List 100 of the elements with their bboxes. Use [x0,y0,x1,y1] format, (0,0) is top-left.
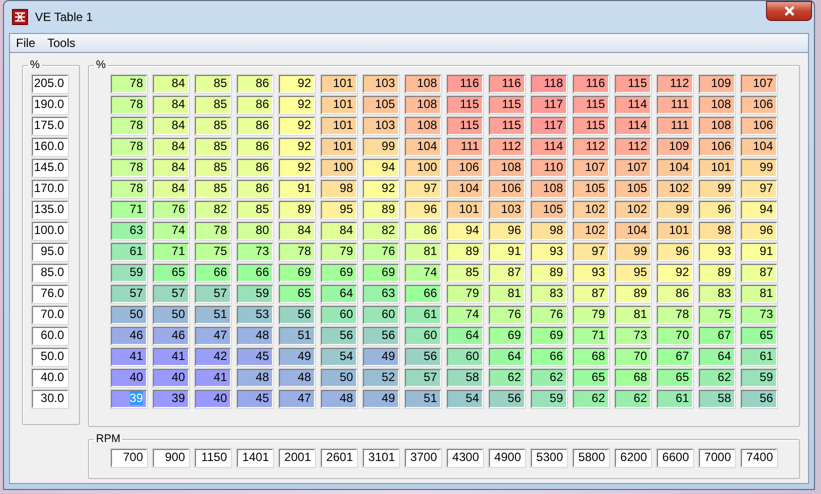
table-cell[interactable]: 117 [531,96,567,114]
table-cell[interactable]: 106 [489,180,525,198]
table-cell[interactable]: 106 [699,138,735,156]
table-cell[interactable]: 85 [195,138,231,156]
table-cell[interactable]: 92 [279,159,315,177]
table-cell[interactable]: 59 [741,369,777,387]
table-cell[interactable]: 61 [657,390,693,408]
table-cell[interactable]: 51 [195,306,231,324]
table-cell[interactable]: 45 [237,348,273,366]
table-cell[interactable]: 46 [153,327,189,345]
table-cell[interactable]: 76 [531,306,567,324]
table-cell[interactable]: 108 [699,96,735,114]
table-cell[interactable]: 94 [447,222,483,240]
rpm-axis-field[interactable]: 4300 [447,449,483,467]
table-cell[interactable]: 85 [195,75,231,93]
row-axis-field[interactable]: 70.0 [32,306,68,324]
table-cell[interactable]: 108 [489,159,525,177]
table-cell[interactable]: 96 [405,201,441,219]
table-cell[interactable]: 78 [279,243,315,261]
table-cell[interactable]: 101 [447,201,483,219]
table-cell[interactable]: 64 [447,327,483,345]
table-cell[interactable]: 89 [447,243,483,261]
table-cell[interactable]: 57 [153,285,189,303]
table-cell[interactable]: 56 [279,306,315,324]
table-cell[interactable]: 48 [321,390,357,408]
table-cell[interactable]: 73 [741,306,777,324]
rpm-axis-field[interactable]: 3101 [363,449,399,467]
table-cell[interactable]: 69 [531,327,567,345]
table-cell[interactable]: 60 [405,327,441,345]
table-cell[interactable]: 96 [699,201,735,219]
table-cell[interactable]: 85 [195,117,231,135]
table-cell[interactable]: 112 [489,138,525,156]
table-cell[interactable]: 65 [153,264,189,282]
table-cell[interactable]: 107 [573,159,609,177]
table-cell[interactable]: 89 [615,285,651,303]
table-cell[interactable]: 54 [321,348,357,366]
table-cell[interactable]: 40 [153,369,189,387]
table-cell[interactable]: 84 [153,159,189,177]
table-cell[interactable]: 78 [657,306,693,324]
table-cell[interactable]: 62 [531,369,567,387]
table-cell[interactable]: 92 [363,180,399,198]
table-cell[interactable]: 84 [153,180,189,198]
table-cell[interactable]: 112 [657,75,693,93]
table-cell[interactable]: 111 [657,117,693,135]
table-cell[interactable]: 94 [741,201,777,219]
table-cell[interactable]: 99 [699,180,735,198]
row-axis-field[interactable]: 205.0 [32,75,68,93]
table-cell[interactable]: 115 [573,96,609,114]
table-cell[interactable]: 104 [657,159,693,177]
table-cell[interactable]: 100 [321,159,357,177]
table-cell[interactable]: 101 [699,159,735,177]
table-cell[interactable]: 69 [321,264,357,282]
table-cell[interactable]: 59 [237,285,273,303]
table-cell[interactable]: 56 [321,327,357,345]
table-cell[interactable]: 93 [699,243,735,261]
table-cell[interactable]: 48 [237,369,273,387]
table-cell[interactable]: 69 [363,264,399,282]
table-cell[interactable]: 42 [195,348,231,366]
row-axis-field[interactable]: 95.0 [32,243,68,261]
table-cell[interactable]: 89 [531,264,567,282]
table-cell[interactable]: 65 [657,369,693,387]
table-cell[interactable]: 66 [405,285,441,303]
table-cell[interactable]: 57 [195,285,231,303]
table-cell[interactable]: 114 [615,96,651,114]
table-cell[interactable]: 78 [111,96,147,114]
row-axis-field[interactable]: 60.0 [32,327,68,345]
table-cell[interactable]: 49 [279,348,315,366]
row-axis-field[interactable]: 76.0 [32,285,68,303]
table-cell[interactable]: 107 [615,159,651,177]
table-cell[interactable]: 91 [741,243,777,261]
table-cell[interactable]: 103 [489,201,525,219]
table-cell[interactable]: 67 [657,348,693,366]
table-cell[interactable]: 97 [573,243,609,261]
table-cell[interactable]: 53 [237,306,273,324]
table-cell[interactable]: 66 [195,264,231,282]
table-cell[interactable]: 87 [573,285,609,303]
table-cell[interactable]: 57 [111,285,147,303]
table-cell[interactable]: 50 [321,369,357,387]
table-cell[interactable]: 60 [363,306,399,324]
table-cell[interactable]: 56 [405,348,441,366]
table-cell[interactable]: 111 [447,138,483,156]
table-cell[interactable]: 58 [447,369,483,387]
table-cell[interactable]: 115 [447,96,483,114]
table-cell[interactable]: 86 [237,180,273,198]
table-cell[interactable]: 105 [615,180,651,198]
table-cell[interactable]: 91 [279,180,315,198]
table-cell[interactable]: 81 [615,306,651,324]
table-cell[interactable]: 64 [489,348,525,366]
table-cell[interactable]: 51 [405,390,441,408]
table-cell[interactable]: 85 [195,159,231,177]
table-cell[interactable]: 116 [573,75,609,93]
table-cell[interactable]: 41 [153,348,189,366]
table-cell[interactable]: 52 [363,369,399,387]
table-cell[interactable]: 45 [237,390,273,408]
table-cell[interactable]: 103 [363,75,399,93]
table-cell[interactable]: 102 [573,201,609,219]
table-cell[interactable]: 108 [405,96,441,114]
table-cell[interactable]: 87 [489,264,525,282]
table-cell[interactable]: 62 [615,390,651,408]
table-cell[interactable]: 103 [363,117,399,135]
